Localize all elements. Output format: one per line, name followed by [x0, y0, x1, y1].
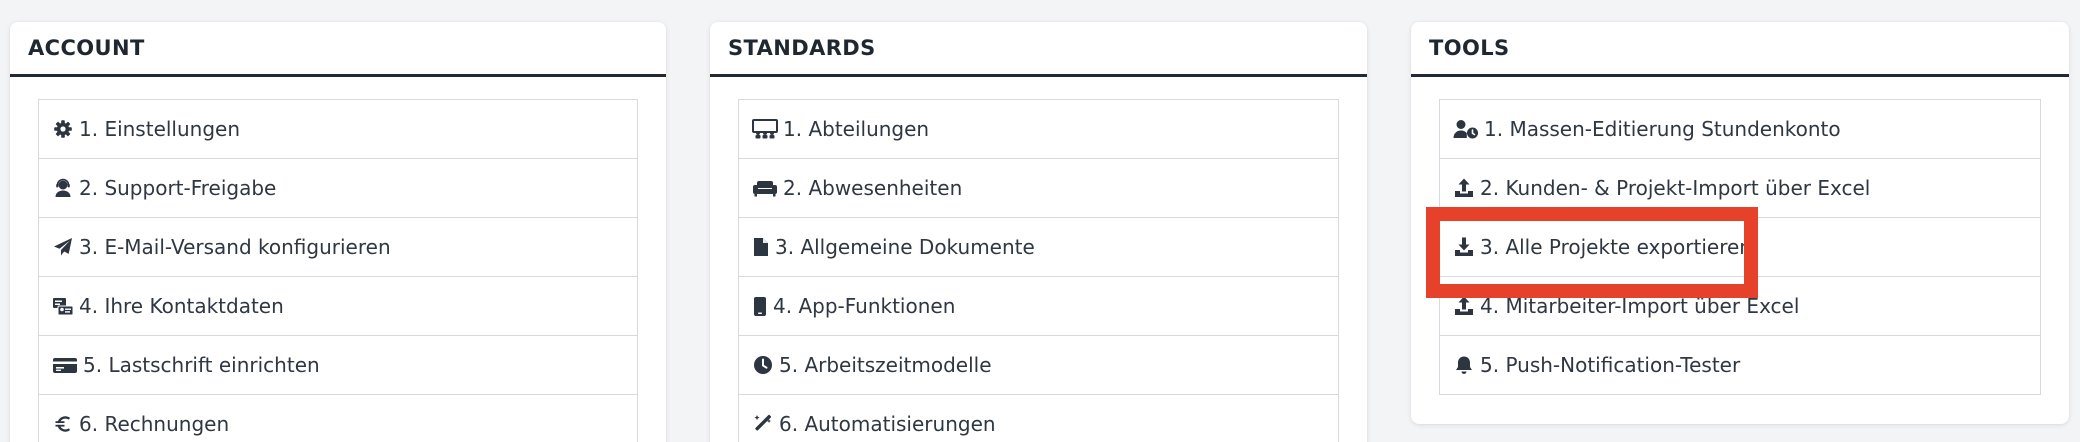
mobile-icon: [752, 295, 768, 317]
menu-item-label: 4. Mitarbeiter-Import über Excel: [1480, 294, 1800, 318]
upload-icon: [1453, 295, 1475, 317]
menu-item-label: 1. Abteilungen: [783, 117, 930, 141]
menu-item-kunden-projekt-import[interactable]: 2. Kunden- & Projekt-Import über Excel: [1439, 159, 2041, 218]
panel-header: ACCOUNT: [10, 22, 666, 77]
menu-item-push-notification-tester[interactable]: 5. Push-Notification-Tester: [1439, 336, 2041, 395]
user-headset-icon: [52, 177, 74, 199]
menu-item-label: 4. Ihre Kontaktdaten: [79, 294, 284, 318]
contact-card-icon: [52, 295, 74, 317]
menu-item-massen-editierung[interactable]: 1. Massen-Editierung Stundenkonto: [1439, 100, 2041, 159]
menu-item-label: 4. App-Funktionen: [773, 294, 956, 318]
menu-item-label: 1. Massen-Editierung Stundenkonto: [1484, 117, 1841, 141]
menu-item-label: 3. Alle Projekte exportieren: [1480, 235, 1752, 259]
paper-plane-icon: [52, 236, 74, 258]
menu-item-support-freigabe[interactable]: 2. Support-Freigabe: [38, 159, 638, 218]
panel-title: ACCOUNT: [28, 36, 145, 60]
file-icon: [752, 236, 770, 258]
menu-item-mitarbeiter-import[interactable]: 4. Mitarbeiter-Import über Excel: [1439, 277, 2041, 336]
menu-item-label: 5. Push-Notification-Tester: [1480, 353, 1741, 377]
menu-item-lastschrift[interactable]: 5. Lastschrift einrichten: [38, 336, 638, 395]
gear-icon: [52, 118, 74, 140]
presentation-icon: [752, 118, 778, 140]
panel-header: STANDARDS: [710, 22, 1367, 77]
menu-item-abteilungen[interactable]: 1. Abteilungen: [738, 100, 1339, 159]
magic-wand-icon: [752, 413, 774, 435]
menu-item-label: 2. Support-Freigabe: [79, 176, 277, 200]
download-icon: [1453, 236, 1475, 258]
panel-standards: STANDARDS 1. Abteilungen 2. Abwesenheite…: [710, 22, 1367, 442]
menu-item-abwesenheiten[interactable]: 2. Abwesenheiten: [738, 159, 1339, 218]
menu-list: 1. Einstellungen 2. Support-Freigabe 3. …: [38, 99, 638, 442]
menu-item-label: 5. Arbeitszeitmodelle: [779, 353, 992, 377]
panel-title: TOOLS: [1429, 36, 1510, 60]
menu-item-label: 3. E-Mail-Versand konfigurieren: [79, 235, 391, 259]
panel-title: STANDARDS: [728, 36, 876, 60]
couch-icon: [752, 177, 778, 199]
menu-item-alle-projekte-exportieren[interactable]: 3. Alle Projekte exportieren: [1439, 218, 2041, 277]
menu-item-label: 1. Einstellungen: [79, 117, 241, 141]
menu-item-app-funktionen[interactable]: 4. App-Funktionen: [738, 277, 1339, 336]
clock-icon: [752, 354, 774, 376]
panel-tools: TOOLS 1. Massen-Editierung Stundenkonto …: [1411, 22, 2069, 424]
menu-item-kontaktdaten[interactable]: 4. Ihre Kontaktdaten: [38, 277, 638, 336]
user-clock-icon: [1453, 118, 1479, 140]
menu-item-email-versand[interactable]: 3. E-Mail-Versand konfigurieren: [38, 218, 638, 277]
menu-item-einstellungen[interactable]: 1. Einstellungen: [38, 100, 638, 159]
menu-item-label: 2. Abwesenheiten: [783, 176, 963, 200]
menu-item-label: 2. Kunden- & Projekt-Import über Excel: [1480, 176, 1871, 200]
menu-item-label: 6. Rechnungen: [79, 412, 230, 436]
menu-item-automatisierungen[interactable]: 6. Automatisierungen: [738, 395, 1339, 442]
panel-header: TOOLS: [1411, 22, 2069, 77]
settings-overview: ACCOUNT 1. Einstellungen 2. Support-Frei…: [0, 0, 2080, 442]
menu-item-label: 5. Lastschrift einrichten: [83, 353, 320, 377]
menu-item-rechnungen[interactable]: 6. Rechnungen: [38, 395, 638, 442]
menu-item-allgemeine-dokumente[interactable]: 3. Allgemeine Dokumente: [738, 218, 1339, 277]
menu-list: 1. Massen-Editierung Stundenkonto 2. Kun…: [1439, 99, 2041, 395]
panel-account: ACCOUNT 1. Einstellungen 2. Support-Frei…: [10, 22, 666, 442]
credit-card-icon: [52, 354, 78, 376]
euro-icon: [52, 413, 74, 435]
menu-item-label: 6. Automatisierungen: [779, 412, 996, 436]
upload-icon: [1453, 177, 1475, 199]
bell-icon: [1453, 354, 1475, 376]
menu-item-arbeitszeitmodelle[interactable]: 5. Arbeitszeitmodelle: [738, 336, 1339, 395]
menu-list: 1. Abteilungen 2. Abwesenheiten 3. Allge…: [738, 99, 1339, 442]
menu-item-label: 3. Allgemeine Dokumente: [775, 235, 1035, 259]
